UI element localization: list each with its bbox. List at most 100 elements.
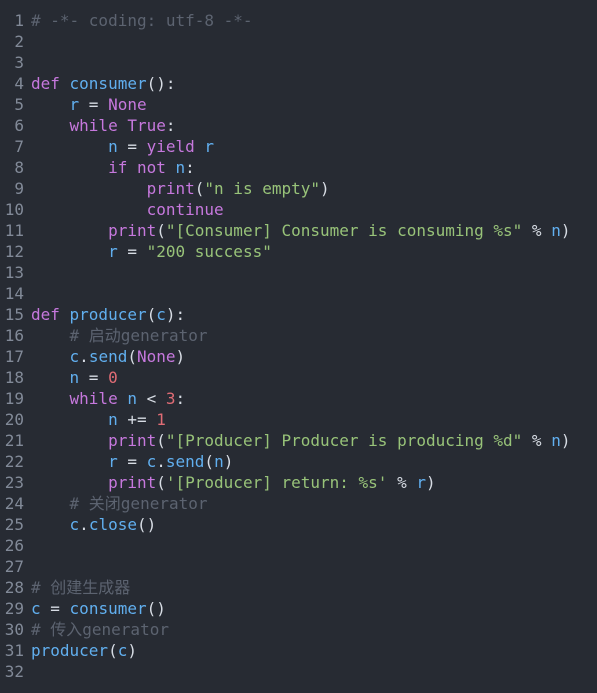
code-line[interactable]: 27: [0, 556, 597, 577]
code-token: (: [156, 221, 166, 240]
code-token: print: [108, 473, 157, 492]
code-line[interactable]: 25 c.close(): [0, 514, 597, 535]
code-line[interactable]: 30 # 传入generator: [0, 619, 597, 640]
code-token: consumer: [69, 74, 147, 93]
code-token: (: [194, 179, 205, 198]
code-token: .: [79, 347, 89, 366]
code-token: if: [108, 158, 137, 177]
code-text[interactable]: [24, 661, 31, 682]
code-text[interactable]: n += 1: [24, 409, 166, 430]
code-text[interactable]: # 创建生成器: [24, 577, 130, 598]
code-token: ():: [146, 74, 176, 93]
code-line[interactable]: 12 r = "200 success": [0, 241, 597, 262]
code-text[interactable]: c.send(None): [24, 346, 186, 367]
code-line[interactable]: 15 def producer(c):: [0, 304, 597, 325]
code-line[interactable]: 18 n = 0: [0, 367, 597, 388]
code-line[interactable]: 6 while True:: [0, 115, 597, 136]
line-number: 8: [14, 158, 24, 177]
code-line[interactable]: 11 print("[Consumer] Consumer is consumi…: [0, 220, 597, 241]
code-text[interactable]: [24, 283, 31, 304]
code-token: r: [204, 137, 215, 156]
code-text[interactable]: while True:: [24, 115, 176, 136]
code-line[interactable]: 4 def consumer():: [0, 73, 597, 94]
code-line[interactable]: 17 c.send(None): [0, 346, 597, 367]
line-number: 1: [14, 11, 24, 30]
code-token: :: [185, 158, 195, 177]
code-text[interactable]: [24, 262, 31, 283]
code-token: ): [320, 179, 330, 198]
code-line[interactable]: 2: [0, 31, 597, 52]
code-line[interactable]: 29 c = consumer(): [0, 598, 597, 619]
line-number: 14: [4, 284, 24, 303]
code-line[interactable]: 5 r = None: [0, 94, 597, 115]
code-line[interactable]: 26: [0, 535, 597, 556]
code-text[interactable]: # -*- coding: utf-8 -*-: [24, 10, 253, 31]
code-text[interactable]: print("n is empty"): [24, 178, 330, 199]
code-line[interactable]: 21 print("[Producer] Producer is produci…: [0, 430, 597, 451]
line-number: 11: [4, 221, 24, 240]
code-text[interactable]: print('[Producer] return: %s' % r): [24, 472, 436, 493]
code-line[interactable]: 16 # 启动generator: [0, 325, 597, 346]
code-line[interactable]: 8 if not n:: [0, 157, 597, 178]
code-token: 0: [108, 368, 118, 387]
code-text[interactable]: n = yield r: [24, 136, 214, 157]
code-token: producer: [31, 641, 109, 660]
code-line[interactable]: 14: [0, 283, 597, 304]
code-text[interactable]: def consumer():: [24, 73, 176, 94]
code-token: def: [31, 74, 70, 93]
code-text[interactable]: [24, 556, 31, 577]
code-token: n: [108, 410, 118, 429]
code-text[interactable]: n = 0: [24, 367, 118, 388]
code-text[interactable]: [24, 52, 31, 73]
code-text[interactable]: # 启动generator: [24, 325, 208, 346]
code-text[interactable]: producer(c): [24, 640, 137, 661]
code-line[interactable]: 22 r = c.send(n): [0, 451, 597, 472]
code-token: =: [40, 599, 70, 618]
code-text[interactable]: # 传入generator: [24, 619, 169, 640]
code-line[interactable]: 10 continue: [0, 199, 597, 220]
code-text[interactable]: [24, 535, 31, 556]
code-token: r: [108, 452, 118, 471]
code-line[interactable]: 19 while n < 3:: [0, 388, 597, 409]
code-text[interactable]: c = consumer(): [24, 598, 166, 619]
code-line[interactable]: 20 n += 1: [0, 409, 597, 430]
code-token: continue: [146, 200, 224, 219]
code-text[interactable]: if not n:: [24, 157, 195, 178]
code-text[interactable]: print("[Consumer] Consumer is consuming …: [24, 220, 570, 241]
code-line[interactable]: 1 # -*- coding: utf-8 -*-: [0, 10, 597, 31]
code-line[interactable]: 32: [0, 661, 597, 682]
code-text[interactable]: r = "200 success": [24, 241, 272, 262]
code-token: ): [560, 431, 571, 450]
code-token: (: [146, 305, 157, 324]
code-editor[interactable]: 1 # -*- coding: utf-8 -*- 2 3 4 def consumer(…: [0, 0, 597, 693]
code-text[interactable]: continue: [24, 199, 224, 220]
code-text[interactable]: c.close(): [24, 514, 157, 535]
code-line[interactable]: 23 print('[Producer] return: %s' % r): [0, 472, 597, 493]
code-token: ): [560, 221, 571, 240]
code-line[interactable]: 31 producer(c): [0, 640, 597, 661]
code-token: yield: [146, 137, 205, 156]
code-token: n: [214, 452, 224, 471]
code-token: # 传入generator: [31, 620, 169, 639]
code-text[interactable]: while n < 3:: [24, 388, 186, 409]
code-token: n: [69, 368, 80, 387]
code-text[interactable]: # 关闭generator: [24, 493, 208, 514]
code-line[interactable]: 3: [0, 52, 597, 73]
code-token: ): [175, 347, 186, 366]
code-text[interactable]: print("[Producer] Producer is producing …: [24, 430, 570, 451]
code-text[interactable]: [24, 31, 31, 52]
code-token: c: [69, 515, 80, 534]
code-line[interactable]: 24 # 关闭generator: [0, 493, 597, 514]
code-text[interactable]: r = None: [24, 94, 147, 115]
code-line[interactable]: 13: [0, 262, 597, 283]
code-text[interactable]: r = c.send(n): [24, 451, 233, 472]
code-line[interactable]: 28 # 创建生成器: [0, 577, 597, 598]
line-number: 13: [4, 263, 24, 282]
code-text[interactable]: def producer(c):: [24, 304, 185, 325]
code-line[interactable]: 7 n = yield r: [0, 136, 597, 157]
code-line[interactable]: 9 print("n is empty"): [0, 178, 597, 199]
